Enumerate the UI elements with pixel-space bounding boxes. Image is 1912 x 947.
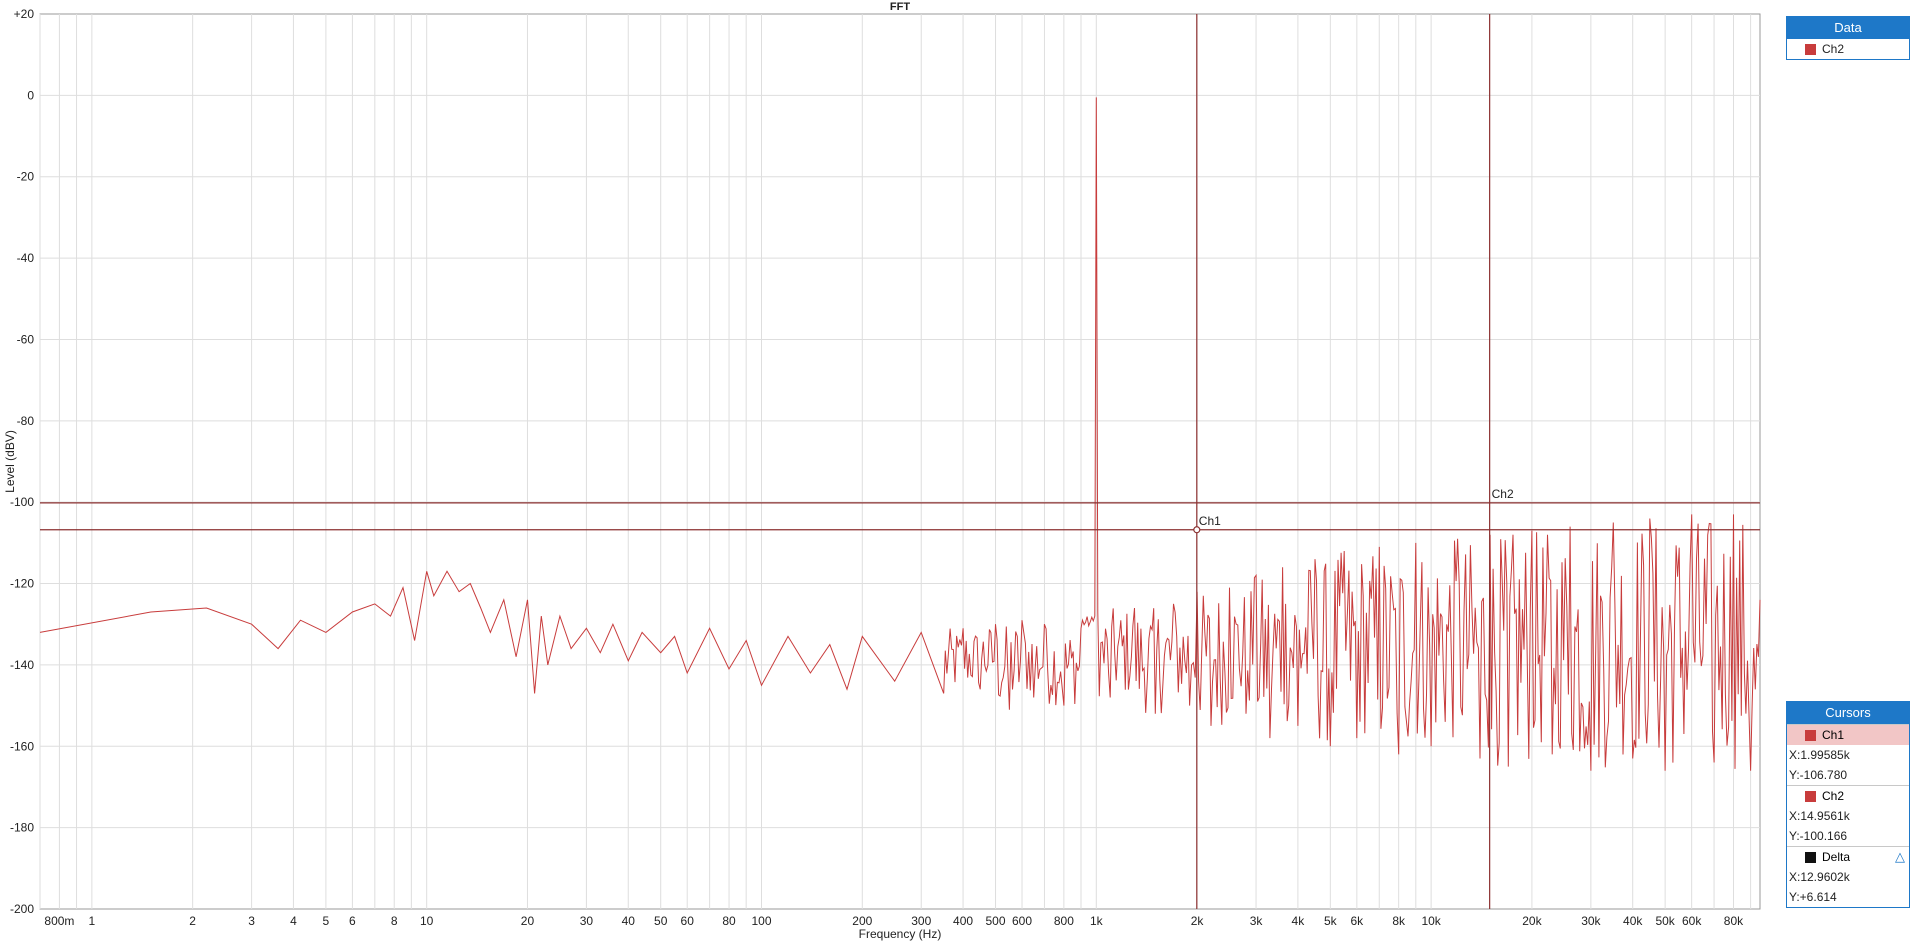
cursors-title: Cursors [1787,702,1909,724]
legend-item-label: Ch2 [1822,42,1845,56]
x-tick-label: 80 [722,914,736,928]
legend-swatch-ch2 [1805,43,1816,55]
x-tick-label: 500 [986,914,1006,928]
x-tick-label: 4 [290,914,297,928]
x-tick-label: 200 [852,914,872,928]
x-tick-label: 50k [1655,914,1675,928]
x-axis-label: Frequency (Hz) [859,927,942,941]
x-tick-label: 400 [953,914,973,928]
fft-plot-svg[interactable]: +20 0 -20 -40 -60 -80 -100 -120 -140 -160 -180 -200… [0,0,1780,942]
x-tick-label: 800m [44,914,74,928]
cursors-panel: Cursors Ch1 X:1.99585k Y:-106.780 Ch2 X:… [1786,701,1910,908]
cursor-delta-x: X:12.9602k [1789,870,1850,884]
cursor-ch1-swatch [1805,729,1816,741]
x-tick-label: 800 [1054,914,1074,928]
x-tick-label: 5k [1324,914,1338,928]
legend-item-ch2[interactable]: Ch2 [1787,39,1909,59]
cursor-delta-swatch [1805,851,1816,863]
x-tick-label: 8 [391,914,398,928]
cursor-ch1-name[interactable]: Ch1 [1787,725,1909,745]
cursor-delta-label: Delta [1822,850,1851,864]
x-tick-label: 300 [911,914,931,928]
fft-chart[interactable]: +20 0 -20 -40 -60 -80 -100 -120 -140 -160 -180 -200… [0,0,1780,942]
x-tick-label: 10k [1421,914,1441,928]
y-tick-label: -20 [17,170,35,184]
cursor-ch2-swatch [1805,790,1816,802]
x-tick-label: 8k [1392,914,1406,928]
cursor-ch2-block[interactable]: Ch2 X:14.9561k Y:-100.166 [1787,785,1909,846]
x-tick-label: 2 [189,914,196,928]
x-tick-label: 1 [89,914,96,928]
x-tick-label: 3 [248,914,255,928]
cursor-ch1-x: X:1.99585k [1789,748,1850,762]
y-tick-label: -120 [10,577,34,591]
x-tick-label: 20k [1522,914,1542,928]
x-tick-label: 40k [1623,914,1643,928]
plot-area [39,13,1761,910]
x-tick-label: 100 [751,914,771,928]
y-tick-label: -100 [10,495,34,509]
cursor-ch2-y: Y:-100.166 [1789,829,1848,843]
x-tick-label: 30 [580,914,594,928]
x-tick-label: 600 [1012,914,1032,928]
cursor-delta-block[interactable]: Delta △ X:12.9602k Y:+6.614 [1787,846,1909,907]
cursor-ch1-label: Ch1 [1199,514,1221,528]
x-tick-label: 50 [654,914,668,928]
cursor-ch1-y: Y:-106.780 [1789,768,1848,782]
x-tick-label: 6 [349,914,356,928]
x-tick-label: 30k [1581,914,1601,928]
y-axis-label: Level (dBV) [3,430,17,493]
y-tick-label: -200 [10,902,34,916]
data-legend-panel: Data Ch2 [1786,16,1910,60]
x-tick-label: 1k [1090,914,1104,928]
x-tick-label: 3k [1250,914,1264,928]
y-tick-label: -140 [10,658,34,672]
x-tick-label: 5 [323,914,330,928]
x-tick-label: 4k [1292,914,1306,928]
y-tick-label: -180 [10,821,34,835]
y-tick-label: +20 [14,7,35,21]
x-tick-label: 80k [1724,914,1744,928]
cursor-delta-name[interactable]: Delta △ [1787,847,1909,867]
chart-title: FFT [890,1,910,13]
x-tick-label: 6k [1350,914,1364,928]
cursor-ch2-label: Ch2 [1492,487,1514,501]
cursor-ch2-name[interactable]: Ch2 [1787,786,1909,806]
data-legend-title: Data [1787,17,1909,39]
x-tick-label: 20 [521,914,535,928]
x-tick-label: 2k [1191,914,1205,928]
cursor-ch2-x: X:14.9561k [1789,809,1850,823]
x-tick-label: 10 [420,914,434,928]
y-tick-label: -160 [10,739,34,753]
x-tick-label: 60k [1682,914,1702,928]
y-tick-label: -60 [17,332,35,346]
cursor-ch1-block[interactable]: Ch1 X:1.99585k Y:-106.780 [1787,724,1909,785]
x-tick-label: 60 [681,914,695,928]
cursor-delta-y: Y:+6.614 [1789,890,1837,904]
y-tick-label: -80 [17,414,35,428]
y-tick-label: 0 [27,88,34,102]
x-tick-label: 40 [622,914,636,928]
y-tick-label: -40 [17,251,35,265]
cursor-ch2-label: Ch2 [1822,789,1845,803]
cursor-ch1-label: Ch1 [1822,728,1845,742]
delta-icon[interactable]: △ [1895,849,1905,865]
